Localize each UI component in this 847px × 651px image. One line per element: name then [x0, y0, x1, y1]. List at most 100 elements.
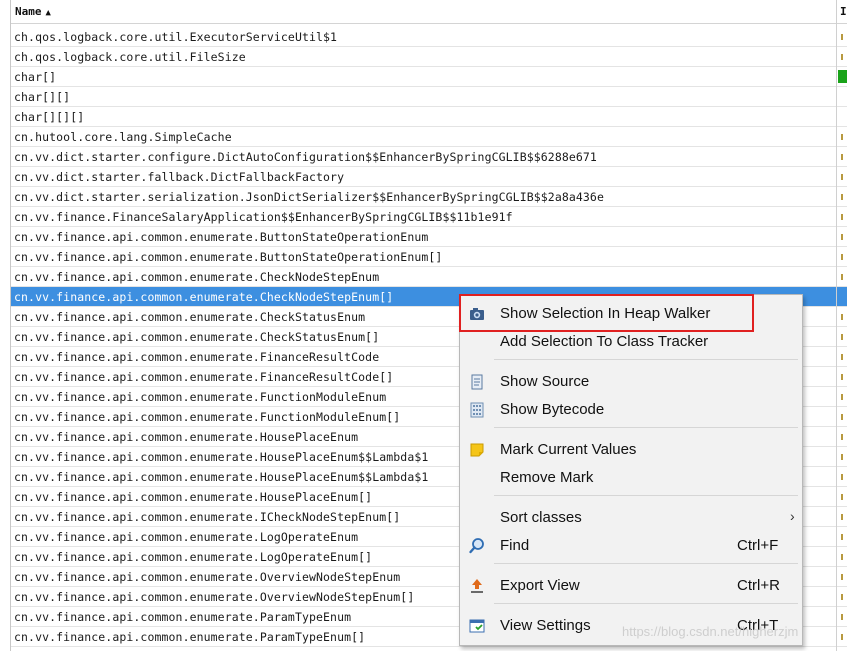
- instance-count-mark: [841, 454, 843, 460]
- instance-count-mark: [841, 514, 843, 520]
- menu-item-label: Find: [500, 537, 530, 554]
- menu-separator: [494, 563, 798, 564]
- column-header-name[interactable]: Name ▲: [11, 0, 836, 24]
- menu-item-label: Mark Current Values: [500, 441, 637, 458]
- table-row[interactable]: cn.hutool.core.lang.SimpleCache: [11, 127, 836, 147]
- menu-item-label: Remove Mark: [500, 469, 594, 486]
- context-menu: Show Selection In Heap Walker Add Select…: [459, 294, 803, 646]
- instance-count-cell: [837, 67, 847, 87]
- instance-count-mark: [841, 594, 843, 600]
- instance-count-cell: [837, 107, 847, 127]
- table-row[interactable]: cn.vv.finance.api.common.enumerate.Butto…: [11, 227, 836, 247]
- instance-count-mark: [841, 374, 843, 380]
- instance-count-mark: [841, 154, 843, 160]
- instance-count-mark: [841, 174, 843, 180]
- instance-count-mark: [841, 394, 843, 400]
- instance-count-cell: [837, 207, 847, 227]
- instance-count-mark: [841, 274, 843, 280]
- instance-count-cell: [837, 347, 847, 367]
- instance-count-cell: [837, 407, 847, 427]
- menu-item-label: Sort classes: [500, 509, 582, 526]
- menu-separator: [494, 495, 798, 496]
- table-row[interactable]: cn.vv.dict.starter.fallback.DictFallback…: [11, 167, 836, 187]
- instance-count-cell: [837, 247, 847, 267]
- source-document-icon: [471, 374, 483, 390]
- instance-count-cell: [837, 487, 847, 507]
- instance-count-mark: [841, 534, 843, 540]
- menu-item-shortcut: Ctrl+R: [737, 577, 780, 594]
- instance-count-mark: [841, 34, 843, 40]
- table-row[interactable]: char[][][]: [11, 107, 836, 127]
- instance-count-mark: [841, 254, 843, 260]
- table-row[interactable]: ch.qos.logback.core.util.FileSize: [11, 47, 836, 67]
- table-row[interactable]: cn.vv.finance.api.common.enumerate.Butto…: [11, 247, 836, 267]
- instance-count-mark: [841, 314, 843, 320]
- menu-item-remove-mark[interactable]: Remove Mark: [460, 464, 802, 492]
- instance-count-cell: [837, 167, 847, 187]
- instance-count-mark: [841, 634, 843, 640]
- instance-count-mark: [841, 614, 843, 620]
- instance-count-cell: [837, 547, 847, 567]
- instance-count-mark: [841, 554, 843, 560]
- menu-item-show-bytecode[interactable]: Show Bytecode: [460, 396, 802, 424]
- instance-count-mark: [841, 354, 843, 360]
- instance-count-cell: [837, 327, 847, 347]
- table-row[interactable]: cn.vv.finance.FinanceSalaryApplication$$…: [11, 207, 836, 227]
- instance-count-cell: [837, 387, 847, 407]
- sort-ascending-icon: ▲: [45, 8, 51, 18]
- menu-separator: [494, 359, 798, 360]
- column-header-instances[interactable]: I: [837, 0, 847, 24]
- instance-count-cell: [837, 607, 847, 627]
- menu-item-label: Export View: [500, 577, 580, 594]
- watermark: https://blog.csdn.net/higherzjm: [622, 624, 799, 639]
- instance-count-mark: [841, 494, 843, 500]
- instance-count-cell: [837, 307, 847, 327]
- instance-count-cell: [837, 47, 847, 67]
- instance-count-cell: [837, 27, 847, 47]
- menu-item-label: Show Bytecode: [500, 401, 605, 418]
- instance-count-cell: [837, 567, 847, 587]
- table-row[interactable]: cn.vv.finance.api.common.enumerate.Check…: [11, 267, 836, 287]
- instance-bar: [838, 70, 847, 83]
- submenu-arrow-icon: ›: [790, 508, 795, 524]
- instance-count-cell: [837, 507, 847, 527]
- menu-item-shortcut: Ctrl+F: [737, 537, 779, 554]
- column-header-instances-label: I: [840, 5, 847, 18]
- instance-count-cell: [837, 127, 847, 147]
- instance-count-cell: [837, 467, 847, 487]
- instance-count-cell: [837, 527, 847, 547]
- instance-count-cell: [837, 227, 847, 247]
- menu-item-sort-classes[interactable]: Sort classes ›: [460, 504, 802, 532]
- menu-item-find[interactable]: Find Ctrl+F: [460, 532, 802, 560]
- menu-item-mark-current-values[interactable]: Mark Current Values: [460, 436, 802, 464]
- export-arrow-icon: [471, 579, 483, 593]
- menu-item-label: Show Source: [500, 373, 590, 390]
- table-row[interactable]: cn.vv.dict.starter.configure.DictAutoCon…: [11, 147, 836, 167]
- table-row[interactable]: ch.qos.logback.core.util.ExecutorService…: [11, 27, 836, 47]
- menu-item-export-view[interactable]: Export View Ctrl+R: [460, 572, 802, 600]
- instance-count-cell: [837, 627, 847, 647]
- mark-note-icon: [470, 443, 484, 457]
- instance-count-cell: [837, 87, 847, 107]
- instance-count-cell: [837, 427, 847, 447]
- instance-count-mark: [841, 434, 843, 440]
- instance-count-mark: [841, 234, 843, 240]
- instance-count-mark: [841, 194, 843, 200]
- menu-item-show-source[interactable]: Show Source: [460, 368, 802, 396]
- instance-count-mark: [841, 474, 843, 480]
- instance-count-cell: [837, 287, 847, 307]
- menu-separator: [494, 427, 798, 428]
- instance-count-cell: [837, 147, 847, 167]
- instance-count-mark: [841, 414, 843, 420]
- annotation-highlight-box: [459, 294, 754, 332]
- table-row[interactable]: char[][]: [11, 87, 836, 107]
- instance-count-cell: [837, 447, 847, 467]
- instance-count-cell: [837, 187, 847, 207]
- table-row[interactable]: char[]: [11, 67, 836, 87]
- table-row[interactable]: cn.vv.dict.starter.serialization.JsonDic…: [11, 187, 836, 207]
- menu-item-add-selection-to-class-tracker[interactable]: Add Selection To Class Tracker: [460, 328, 802, 356]
- instance-count-cell: [837, 367, 847, 387]
- instance-count-cell: [837, 587, 847, 607]
- menu-item-label: Add Selection To Class Tracker: [500, 333, 709, 350]
- view-settings-icon: [469, 619, 485, 633]
